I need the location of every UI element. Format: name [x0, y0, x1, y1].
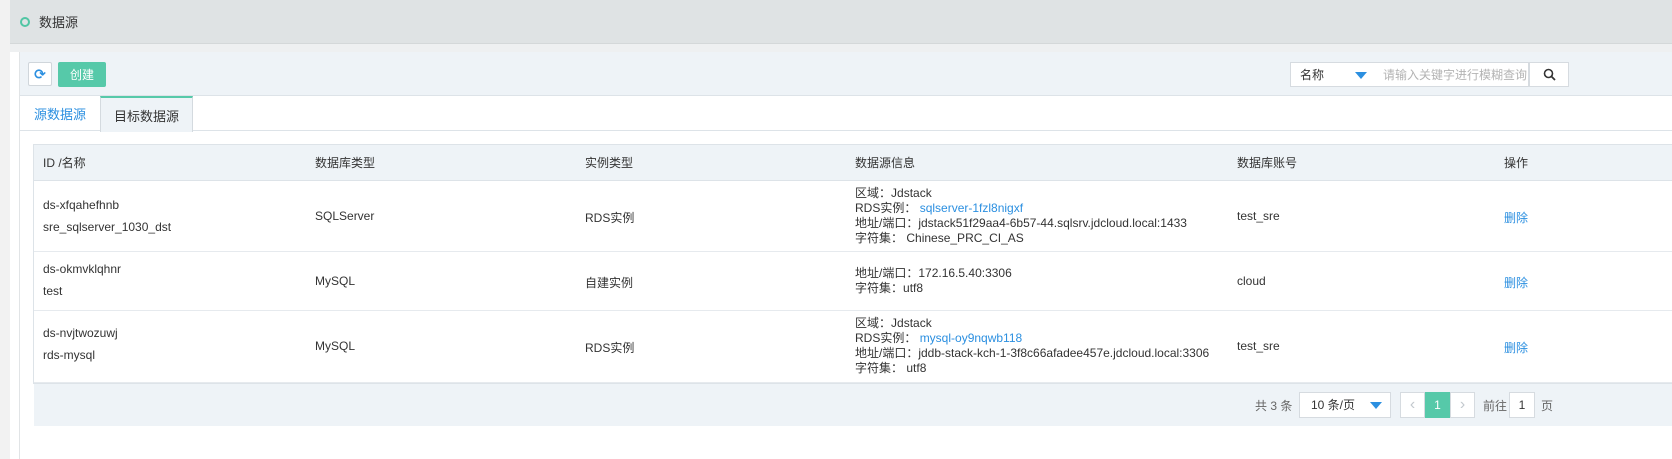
caret-down-icon — [1355, 72, 1367, 79]
column-header-actions: 操作 — [1504, 156, 1529, 170]
left-edge — [0, 0, 10, 459]
delete-link[interactable]: 删除 — [1504, 209, 1528, 226]
caret-down-icon — [1370, 402, 1382, 409]
instance-type-cell: RDS实例 — [585, 341, 635, 355]
address-value: jdstack51f29aa4-6b57-44.sqlsrv.jdcloud.l… — [918, 216, 1187, 230]
search-button[interactable] — [1529, 62, 1569, 87]
region-value: Jdstack — [891, 316, 932, 330]
column-header-db-account: 数据库账号 — [1237, 156, 1298, 170]
table-row: ds-xfqahefhnb sre_sqlserver_1030_dst SQL… — [34, 181, 1672, 252]
address-value: 172.16.5.40:3306 — [918, 266, 1012, 280]
chevron-left-icon: ‹ — [1409, 396, 1416, 413]
prev-page-button[interactable]: ‹ — [1400, 392, 1425, 418]
circle-icon — [20, 16, 30, 27]
total-count: 共 3 条 — [1255, 399, 1293, 413]
datasource-id: ds-xfqahefhnb — [43, 198, 120, 212]
datasource-table: ID /名称 数据库类型 实例类型 数据源信息 数据库账号 操作 ds-xfqa… — [33, 144, 1672, 426]
address-value: jddb-stack-kch-1-3f8c66afadee457e.jdclou… — [918, 346, 1210, 360]
search-icon — [1543, 68, 1556, 81]
id-name-cell: ds-nvjtwozuwj rds-mysql — [43, 322, 118, 366]
page-size-value: 10 条/页 — [1311, 398, 1356, 412]
create-button[interactable]: 创建 — [58, 62, 106, 87]
datasource-id: ds-okmvklqhnr — [43, 262, 122, 276]
page-size-select[interactable]: 10 条/页 — [1299, 392, 1391, 418]
charset-value: utf8 — [903, 281, 924, 295]
id-name-cell: ds-okmvklqhnr test — [43, 258, 121, 302]
instance-type-cell: 自建实例 — [585, 276, 634, 290]
datasource-info-cell: 区域：Jdstack RDS实例： mysql-oy9nqwb118 地址/端口… — [855, 316, 1210, 375]
table-row: ds-okmvklqhnr test MySQL 自建实例 地址/端口：172.… — [34, 252, 1672, 311]
db-type-cell: MySQL — [315, 274, 356, 288]
db-account-cell: test_sre — [1237, 209, 1280, 223]
table-row: ds-nvjtwozuwj rds-mysql MySQL RDS实例 区域：J… — [34, 311, 1672, 383]
datasource-name: rds-mysql — [43, 348, 96, 362]
delete-link[interactable]: 删除 — [1504, 339, 1528, 356]
charset-value: utf8 — [906, 361, 927, 375]
charset-value: Chinese_PRC_CI_AS — [906, 231, 1024, 245]
db-type-cell: SQLServer — [315, 209, 375, 223]
datasource-info-cell: 地址/端口：172.16.5.40:3306 字符集：utf8 — [855, 266, 1012, 295]
table-header: ID /名称 数据库类型 实例类型 数据源信息 数据库账号 操作 — [34, 145, 1672, 181]
datasource-name: test — [43, 284, 63, 298]
tab-target-datasource[interactable]: 目标数据源 — [100, 96, 193, 132]
column-header-datasource-info: 数据源信息 — [855, 156, 916, 170]
refresh-button[interactable]: ⟳ — [28, 62, 52, 86]
datasource-id: ds-nvjtwozuwj — [43, 326, 118, 340]
column-header-db-type: 数据库类型 — [315, 156, 376, 170]
db-account-cell: cloud — [1237, 274, 1266, 288]
page-header: 数据源 — [10, 0, 1672, 44]
rds-instance-link[interactable]: sqlserver-1fzl8nigxf — [920, 201, 1023, 215]
search-field-value: 名称 — [1300, 68, 1325, 82]
page-number-button[interactable]: 1 — [1425, 392, 1450, 418]
goto-page-input[interactable]: 1 — [1509, 392, 1535, 418]
chevron-right-icon: › — [1459, 396, 1466, 413]
search-field-select[interactable]: 名称 — [1290, 62, 1376, 87]
header-gap — [10, 44, 1672, 52]
content-panel: ⟳ 创建 名称 源数据源 目标数据源 ID /名称 数据库类型 实例类型 数据源… — [19, 52, 1672, 459]
refresh-icon: ⟳ — [34, 65, 46, 82]
datasource-info-cell: 区域：Jdstack RDS实例： sqlserver-1fzl8nigxf 地… — [855, 186, 1187, 245]
tab-source-datasource[interactable]: 源数据源 — [20, 96, 100, 131]
id-name-cell: ds-xfqahefhnb sre_sqlserver_1030_dst — [43, 194, 171, 238]
page-title: 数据源 — [39, 15, 79, 30]
instance-type-cell: RDS实例 — [585, 211, 635, 225]
region-value: Jdstack — [891, 186, 932, 200]
db-account-cell: test_sre — [1237, 339, 1280, 353]
goto-label: 前往 — [1483, 399, 1508, 413]
pagination-bar: 共 3 条 10 条/页 ‹ 1 › 前往 1 页 — [34, 383, 1672, 426]
rds-instance-link[interactable]: mysql-oy9nqwb118 — [920, 331, 1023, 345]
search-input[interactable] — [1375, 62, 1529, 87]
toolbar: ⟳ 创建 名称 — [20, 52, 1672, 96]
db-type-cell: MySQL — [315, 339, 356, 353]
column-header-instance-type: 实例类型 — [585, 156, 634, 170]
page-suffix: 页 — [1541, 399, 1554, 413]
next-page-button[interactable]: › — [1450, 392, 1475, 418]
delete-link[interactable]: 删除 — [1504, 274, 1528, 291]
tab-bar: 源数据源 目标数据源 — [20, 96, 1672, 132]
column-header-id-name: ID /名称 — [43, 156, 86, 170]
datasource-name: sre_sqlserver_1030_dst — [43, 220, 172, 234]
